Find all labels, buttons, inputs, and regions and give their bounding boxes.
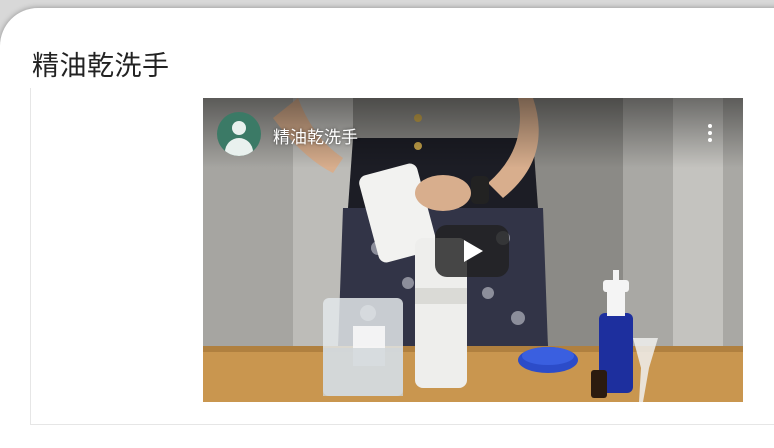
kebab-dot xyxy=(708,124,712,128)
avatar-head xyxy=(232,121,246,135)
play-icon xyxy=(464,240,483,262)
play-button[interactable] xyxy=(435,225,509,277)
video-player[interactable]: 精油乾洗手 xyxy=(203,98,743,402)
video-title[interactable]: 精油乾洗手 xyxy=(273,123,358,148)
page-title: 精油乾洗手 xyxy=(32,51,170,82)
kebab-dot xyxy=(708,138,712,142)
kebab-dot xyxy=(708,131,712,135)
avatar-shoulders xyxy=(225,138,253,156)
channel-avatar-icon[interactable] xyxy=(217,112,261,156)
more-vert-icon[interactable] xyxy=(707,124,713,144)
